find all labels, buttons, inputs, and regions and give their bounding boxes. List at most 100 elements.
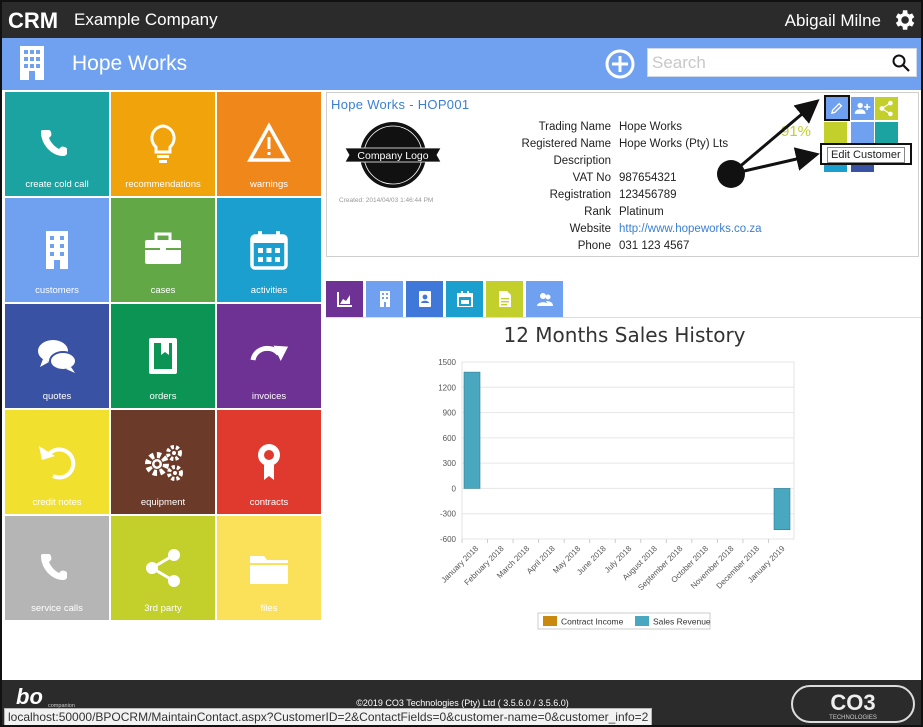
area-chart-icon [337, 292, 352, 307]
tile-orders[interactable]: orders [111, 304, 215, 408]
book-icon [149, 338, 177, 374]
field-label: Registered Name [521, 138, 611, 150]
pencil-icon [831, 102, 843, 114]
tile-label: equipment [140, 497, 186, 508]
tile-cases[interactable]: cases [111, 198, 215, 302]
tile-credit-notes[interactable]: credit notes [5, 410, 109, 514]
field-row: Rank Platinum [477, 206, 779, 223]
user-name[interactable]: Abigail Milne [785, 11, 881, 31]
tile-invoices[interactable]: invoices [217, 304, 321, 408]
menu-tiles: create cold call recommendations warnings c… [5, 92, 323, 620]
chart-title: 12 Months Sales History [503, 323, 746, 347]
tile-recommendations[interactable]: recommendations [111, 92, 215, 196]
tile-activities[interactable]: activities [217, 198, 321, 302]
field-value: Platinum [619, 206, 664, 218]
field-value [619, 155, 779, 172]
title-bar: Hope Works [2, 38, 921, 90]
crm-logo[interactable]: CRM [8, 8, 68, 32]
y-tick-label: -600 [440, 535, 457, 544]
tile-3rd-party[interactable]: 3rd party [111, 516, 215, 620]
share-icon [879, 100, 893, 117]
app-window: CRM Example Company Abigail Milne Hope W… [0, 0, 923, 727]
website-link[interactable]: http://www.hopeworks.co.za [619, 223, 779, 240]
tile-warnings[interactable]: warnings [217, 92, 321, 196]
field-row: Registration 123456789 [477, 189, 779, 206]
field-row: Registered Name Hope Works (Pty) Lts [477, 138, 779, 155]
field-label: Registration [549, 189, 611, 201]
tile-label: warnings [249, 179, 289, 190]
customer-heading[interactable]: Hope Works - HOP001 [331, 97, 469, 112]
chat-icon [38, 340, 77, 373]
share-button[interactable] [875, 97, 898, 120]
tile-equipment[interactable]: equipment [111, 410, 215, 514]
field-label: VAT No [572, 172, 611, 184]
tile-customers[interactable]: customers [5, 198, 109, 302]
field-label: Rank [584, 206, 611, 218]
add-icon[interactable] [605, 49, 635, 79]
tile-label: credit notes [32, 497, 82, 508]
tile-create-cold-call[interactable]: create cold call [5, 92, 109, 196]
tab-document[interactable] [486, 281, 523, 317]
tile-label: 3rd party [144, 603, 182, 614]
legend-label: Sales Revenue [653, 617, 711, 627]
action-button-5[interactable] [851, 122, 874, 145]
phone-icon [41, 554, 67, 580]
created-date: Created: 2014/04/03 1:46:44 PM [339, 197, 434, 204]
y-tick-label: 600 [443, 434, 457, 443]
field-row: Website http://www.hopeworks.co.za [477, 223, 779, 240]
plot-area [461, 361, 795, 540]
briefcase-icon [145, 232, 181, 264]
field-label: Phone [577, 240, 611, 252]
tile-files[interactable]: files [217, 516, 321, 620]
building-icon [380, 291, 390, 307]
edit-customer-tooltip: Edit Customer [820, 143, 912, 165]
tile-label: service calls [31, 603, 83, 614]
tile-quotes[interactable]: quotes [5, 304, 109, 408]
y-tick-label: -300 [440, 510, 457, 519]
gear-icon[interactable] [891, 7, 917, 33]
address-book-icon [419, 291, 431, 307]
svg-text:CO3: CO3 [830, 690, 875, 715]
edit-customer-button[interactable] [824, 95, 850, 121]
tab-area-chart[interactable] [326, 281, 363, 317]
tab-building[interactable] [366, 281, 403, 317]
tile-contracts[interactable]: contracts [217, 410, 321, 514]
tab-address-book[interactable] [406, 281, 443, 317]
tile-label: contracts [249, 497, 289, 508]
action-button-4[interactable] [824, 122, 847, 145]
share-icon [146, 549, 180, 587]
tab-divider [326, 317, 921, 318]
tile-label: files [260, 603, 278, 614]
co3-logo: CO3 TECHNOLOGIES [791, 685, 915, 723]
search-icon[interactable] [892, 54, 910, 72]
field-value: 031 123 4567 [619, 240, 690, 252]
gears-icon [145, 445, 183, 481]
tile-label: orders [149, 391, 177, 402]
undo-icon [39, 446, 76, 480]
status-bar-url: localhost:50000/BPOCRM/MaintainContact.a… [4, 708, 653, 725]
svg-text:Company Logo: Company Logo [357, 150, 428, 162]
call-button[interactable] [875, 122, 898, 145]
tab-contacts[interactable] [526, 281, 563, 317]
detail-tabs [326, 281, 563, 317]
tab-calendar[interactable] [446, 281, 483, 317]
legend-label: Contract Income [561, 617, 624, 627]
company-name: Example Company [74, 10, 218, 29]
add-contact-button[interactable] [851, 97, 874, 120]
legend-swatch [543, 616, 557, 626]
tile-label: recommendations [125, 179, 201, 190]
field-value: Hope Works (Pty) Lts [619, 138, 729, 150]
search-input[interactable] [648, 49, 878, 76]
customer-fields: Trading Name Hope Works Registered Name Hop… [477, 121, 779, 257]
field-value: 123456789 [619, 189, 677, 201]
svg-text:CRM: CRM [8, 8, 58, 32]
field-label: Description [553, 155, 611, 167]
folder-icon [250, 556, 288, 584]
y-tick-label: 900 [443, 409, 457, 418]
tile-service-calls[interactable]: service calls [5, 516, 109, 620]
calendar-icon [457, 291, 473, 307]
tile-label: activities [250, 285, 288, 296]
arrow-redo-icon [250, 345, 289, 362]
legend-swatch [635, 616, 649, 626]
page-title: Hope Works [72, 52, 188, 75]
